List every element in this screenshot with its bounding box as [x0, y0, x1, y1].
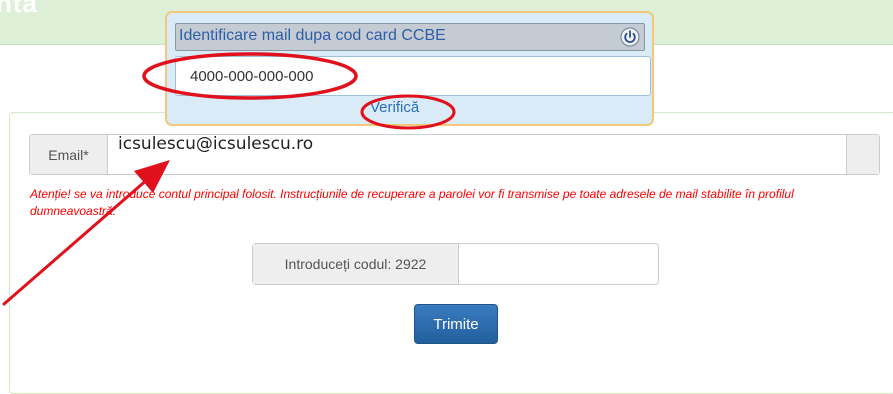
email-addon-right — [846, 135, 879, 174]
submit-button[interactable]: Trimite — [414, 304, 498, 344]
card-lookup-popup: Identificare mail dupa cod card CCBE Ver… — [165, 11, 654, 126]
page-title: ntă — [0, 0, 38, 18]
captcha-input-group: Introduceți codul: 2922 — [252, 243, 659, 285]
warning-text: Atenție! se va introduce contul principa… — [30, 187, 794, 218]
captcha-field[interactable] — [459, 244, 658, 284]
card-code-input[interactable] — [175, 56, 651, 96]
captcha-label: Introduceți codul: 2922 — [253, 244, 459, 284]
popup-header: Identificare mail dupa cod card CCBE — [175, 23, 645, 51]
email-input-group: Email* — [29, 123, 880, 175]
email-field[interactable] — [108, 123, 846, 164]
popup-title: Identificare mail dupa cod card CCBE — [179, 27, 446, 44]
verify-link[interactable]: Verifică — [370, 99, 419, 116]
email-label: Email* — [30, 135, 108, 174]
power-icon[interactable] — [620, 27, 640, 47]
